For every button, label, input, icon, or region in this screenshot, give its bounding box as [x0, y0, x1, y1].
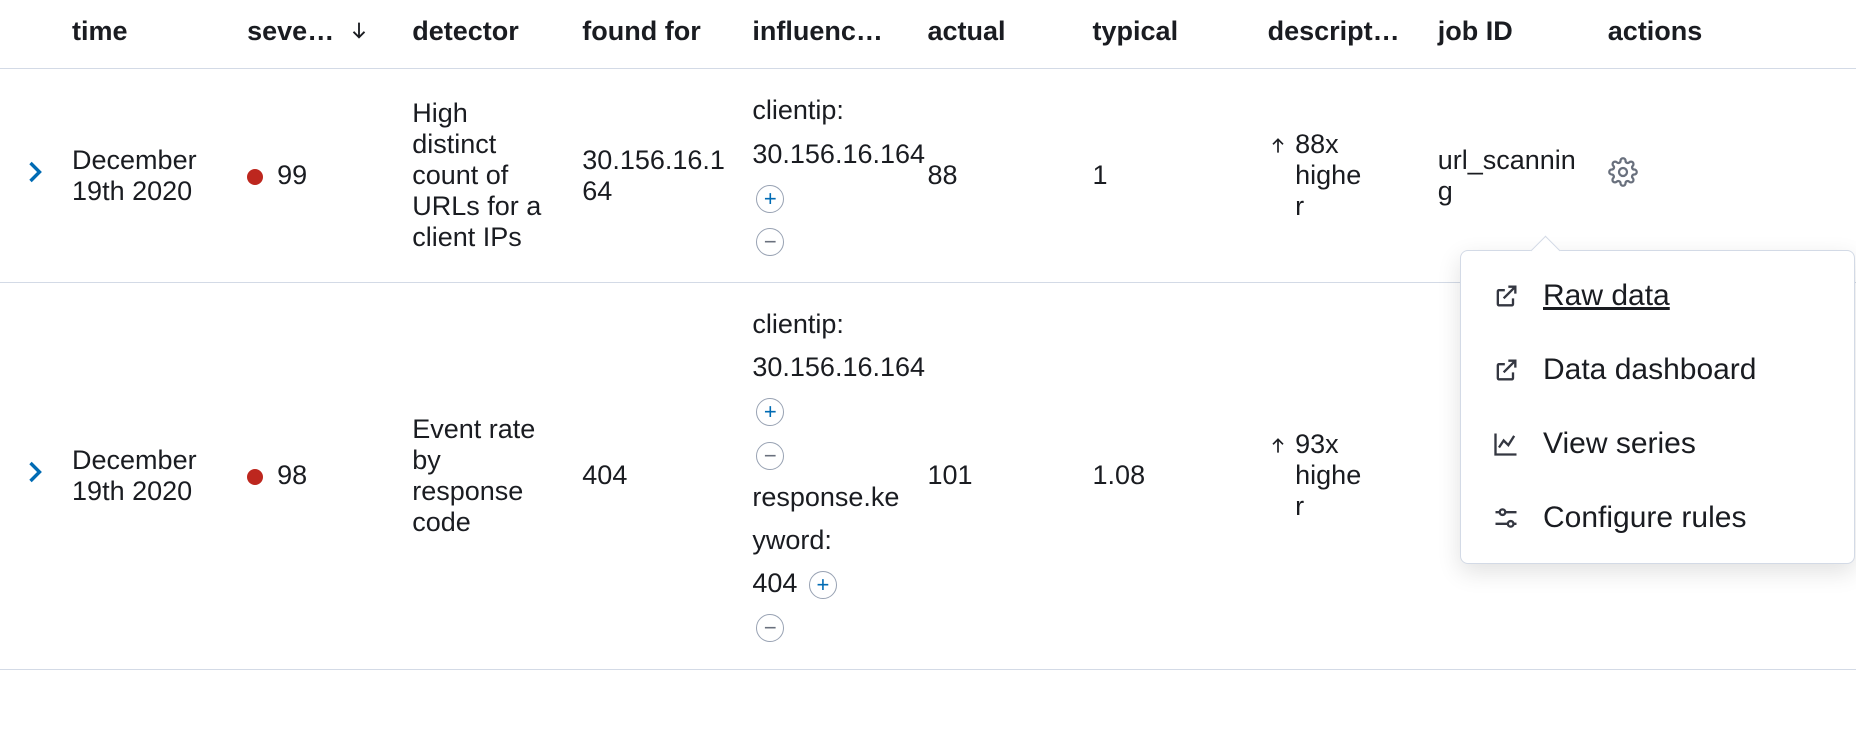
remove-filter-icon[interactable]: −	[756, 228, 784, 256]
severity-dot-icon	[247, 169, 263, 185]
column-found-for[interactable]: found for	[570, 0, 740, 69]
column-influencers[interactable]: influenc…	[740, 0, 915, 69]
expand-row-icon[interactable]	[12, 458, 44, 493]
chart-line-icon	[1491, 430, 1521, 458]
cell-influencers: clientip: 30.156.16.164 + −	[740, 69, 915, 283]
sort-descending-icon	[348, 17, 370, 48]
popover-item-label: View series	[1543, 427, 1696, 461]
cell-time: December 19th 2020	[60, 69, 235, 283]
sliders-icon	[1491, 504, 1521, 532]
severity-dot-icon	[247, 469, 263, 485]
gear-icon[interactable]	[1608, 157, 1638, 194]
influencer-value: 30.156.16.164	[752, 139, 925, 169]
cell-severity: 99	[235, 69, 400, 283]
cell-actual: 101	[915, 283, 1080, 670]
external-link-icon	[1491, 356, 1521, 384]
column-severity-label: seve…	[247, 16, 334, 46]
data-dashboard-link[interactable]: Data dashboard	[1461, 333, 1854, 407]
table-header-row: time seve… detector found for influenc… …	[0, 0, 1856, 69]
remove-filter-icon[interactable]: −	[756, 614, 784, 642]
cell-typical: 1.08	[1081, 283, 1256, 670]
column-actual[interactable]: actual	[915, 0, 1080, 69]
cell-description: 88x higher	[1256, 69, 1426, 283]
severity-value: 99	[277, 160, 307, 190]
arrow-up-icon	[1268, 129, 1296, 159]
cell-found-for: 404	[570, 283, 740, 670]
column-typical[interactable]: typical	[1081, 0, 1256, 69]
cell-influencers: clientip: 30.156.16.164 + − response.key…	[740, 283, 915, 670]
column-detector[interactable]: detector	[400, 0, 570, 69]
add-filter-icon[interactable]: +	[756, 398, 784, 426]
influencer-label: clientip:	[752, 303, 903, 346]
description-text: 93x higher	[1295, 429, 1365, 522]
cell-typical: 1	[1081, 69, 1256, 283]
cell-actual: 88	[915, 69, 1080, 283]
remove-filter-icon[interactable]: −	[756, 442, 784, 470]
influencer-value: 30.156.16.164	[752, 352, 925, 382]
add-filter-icon[interactable]: +	[756, 185, 784, 213]
popover-item-label: Configure rules	[1543, 501, 1746, 535]
cell-severity: 98	[235, 283, 400, 670]
actions-popover: Raw data Data dashboard View series Conf…	[1460, 250, 1855, 564]
column-job-id[interactable]: job ID	[1426, 0, 1596, 69]
column-severity[interactable]: seve…	[235, 0, 400, 69]
external-link-icon	[1491, 282, 1521, 310]
column-toggle	[0, 0, 60, 69]
raw-data-link[interactable]: Raw data	[1461, 259, 1854, 333]
popover-item-label: Data dashboard	[1543, 353, 1757, 387]
severity-value: 98	[277, 460, 307, 490]
column-actions[interactable]: actions	[1596, 0, 1856, 69]
cell-found-for: 30.156.16.164	[570, 69, 740, 283]
configure-rules-link[interactable]: Configure rules	[1461, 481, 1854, 555]
view-series-link[interactable]: View series	[1461, 407, 1854, 481]
influencer-label: response.keyword:	[752, 476, 903, 562]
expand-row-icon[interactable]	[12, 158, 44, 193]
cell-detector: Event rate by response code	[400, 283, 570, 670]
column-description[interactable]: descript…	[1256, 0, 1426, 69]
cell-description: 93x higher	[1256, 283, 1426, 670]
influencer-value: 404	[752, 568, 797, 598]
arrow-up-icon	[1268, 429, 1296, 459]
influencer-label: clientip:	[752, 89, 903, 132]
description-text: 88x higher	[1295, 129, 1365, 222]
cell-time: December 19th 2020	[60, 283, 235, 670]
column-time[interactable]: time	[60, 0, 235, 69]
cell-detector: High distinct count of URLs for a client…	[400, 69, 570, 283]
add-filter-icon[interactable]: +	[809, 571, 837, 599]
popover-item-label: Raw data	[1543, 279, 1670, 313]
